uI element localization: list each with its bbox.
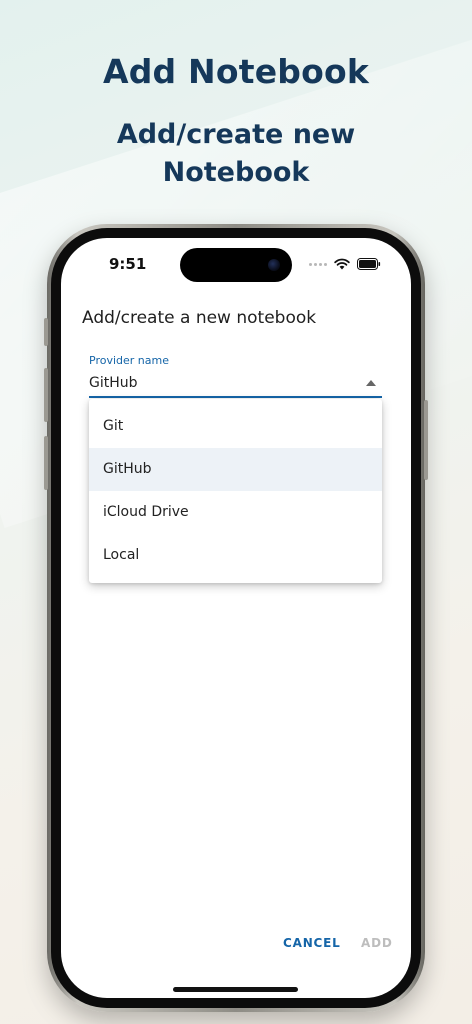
provider-dropdown-menu: Git GitHub iCloud Drive Local: [89, 399, 382, 583]
promo-subtitle-line2: Notebook: [162, 157, 310, 188]
status-icons: [309, 256, 381, 272]
dialog-title: Add/create a new notebook: [82, 308, 317, 328]
wifi-icon: [334, 258, 350, 270]
provider-select-value: GitHub: [89, 375, 138, 391]
cancel-button[interactable]: CANCEL: [283, 936, 341, 950]
provider-select[interactable]: GitHub: [89, 372, 382, 398]
menu-item-github[interactable]: GitHub: [89, 448, 382, 491]
dynamic-island: [180, 248, 292, 282]
menu-item-local[interactable]: Local: [89, 534, 382, 577]
battery-icon: [357, 258, 381, 270]
caret-up-icon: [366, 380, 376, 386]
phone-screen: 9:51 Add/create a new notebook Provider …: [61, 238, 411, 998]
promo-subtitle: Add/create new Notebook: [0, 116, 472, 192]
promo-title: Add Notebook: [102, 52, 370, 91]
power-button: [424, 400, 428, 480]
menu-item-icloud-drive[interactable]: iCloud Drive: [89, 491, 382, 534]
camera-icon: [268, 259, 280, 271]
menu-item-git[interactable]: Git: [89, 405, 382, 448]
promo-subtitle-line1: Add/create new: [116, 119, 356, 150]
volume-down-button: [44, 436, 48, 490]
status-time: 9:51: [109, 255, 147, 273]
volume-up-button: [44, 368, 48, 422]
home-indicator: [173, 987, 298, 992]
provider-field-label: Provider name: [89, 354, 169, 367]
signal-dots-icon: [309, 262, 327, 266]
action-button: [44, 318, 48, 346]
add-button[interactable]: ADD: [361, 936, 393, 950]
